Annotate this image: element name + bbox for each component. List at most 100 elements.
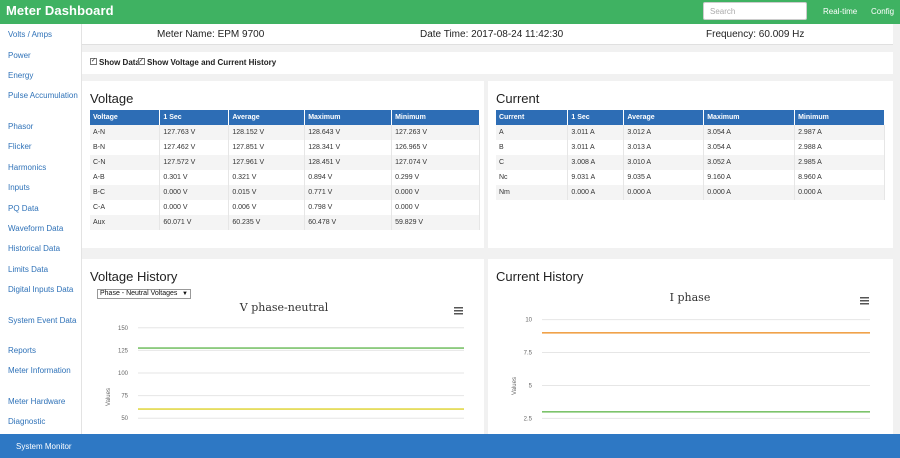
row-label: B [496,140,569,155]
date-time: Date Time: 2017-08-24 11:42:30 [420,29,564,40]
cell-value: 3.054 A [703,140,796,155]
voltage-history-chart: V phase-neutral Values 50 75 100 125 150 [106,301,464,422]
column-header: Minimum [794,110,885,125]
sidebar-item-pulse-accumulation[interactable]: Pulse Accumulation [8,91,80,100]
sidebar-item-reports[interactable]: Reports [8,346,80,355]
search-input[interactable] [703,2,807,20]
cell-value: 0.015 V [228,185,306,200]
voltage-panel: Voltage Voltage 1 Sec Average Maximum Mi… [82,81,484,248]
sidebar-item-power[interactable]: Power [8,51,80,60]
cell-value: 127.263 V [391,125,480,140]
current-title: Current [496,91,540,106]
cell-value: 9.031 A [567,170,625,185]
sidebar-item-waveform-data[interactable]: Waveform Data [8,224,80,233]
sidebar: Volts / Amps Power Energy Pulse Accumula… [0,24,82,434]
y-tick-label: 75 [121,394,128,400]
cell-value: 128.341 V [304,140,393,155]
table-row: Nm 0.000 A 0.000 A 0.000 A 0.000 A [496,185,885,200]
cell-value: 0.000 A [623,185,705,200]
cell-value: 0.798 V [304,200,393,215]
meter-info-bar: Meter Name: EPM 9700 Date Time: 2017-08-… [82,24,893,45]
y-tick-label: 10 [525,318,532,324]
table-row: B 3.011 A 3.013 A 3.054 A 2.988 A [496,140,885,155]
table-row: A-N 127.763 V 128.152 V 128.643 V 127.263 V [90,125,480,140]
cell-value: 0.006 V [228,200,306,215]
voltage-history-panel: Voltage History Phase - Neutral Voltages… [82,259,484,434]
cell-value: 9.035 A [623,170,705,185]
row-label: B-N [90,140,161,155]
cell-value: 3.011 A [567,125,625,140]
column-header: Average [623,110,705,125]
sidebar-item-pq-data[interactable]: PQ Data [8,204,80,213]
y-axis-label: Values [106,388,112,406]
current-history-panel: Current History I phase Values 2.5 5 7.5 10 [488,259,893,434]
show-data-checkbox[interactable]: ✓ [90,58,97,65]
current-history-chart: I phase Values 2.5 5 7.5 10 [512,291,870,422]
cell-value: 128.451 V [304,155,393,170]
show-history-checkbox[interactable]: ✓ [138,58,145,65]
table-header-row: Current 1 Sec Average Maximum Minimum [496,110,885,125]
cell-value: 3.013 A [623,140,705,155]
meter-name: Meter Name: EPM 9700 [157,29,265,40]
cell-value: 3.054 A [703,125,796,140]
sidebar-item-historical-data[interactable]: Historical Data [8,244,80,253]
table-row: C 3.008 A 3.010 A 3.052 A 2.985 A [496,155,885,170]
footer-text[interactable]: System Monitor [16,442,72,451]
sidebar-item-diagnostic[interactable]: Diagnostic [8,417,80,426]
top-navbar: Meter Dashboard Real-time Config [0,0,900,24]
cell-value: 60.478 V [304,215,393,230]
column-header: 1 Sec [159,110,230,125]
nav-config[interactable]: Config [871,7,894,16]
table-row: B-C 0.000 V 0.015 V 0.771 V 0.000 V [90,185,480,200]
cell-value: 128.643 V [304,125,393,140]
sidebar-item-meter-hardware[interactable]: Meter Hardware [8,397,80,406]
table-row: C-A 0.000 V 0.006 V 0.798 V 0.000 V [90,200,480,215]
cell-value: 126.965 V [391,140,480,155]
cell-value: 127.763 V [159,125,230,140]
table-header-row: Voltage 1 Sec Average Maximum Minimum [90,110,480,125]
chart-menu-icon[interactable] [454,307,463,315]
row-label: Aux [90,215,161,230]
cell-value: 3.008 A [567,155,625,170]
sidebar-item-phasor[interactable]: Phasor [8,122,80,131]
y-tick-label: 150 [118,326,129,332]
nav-real-time[interactable]: Real-time [823,7,857,16]
row-label: Nc [496,170,569,185]
chart-menu-icon[interactable] [860,297,869,305]
chart-title: V phase-neutral [239,301,329,314]
row-label: C-N [90,155,161,170]
sidebar-item-limits-data[interactable]: Limits Data [8,265,80,274]
cell-value: 127.572 V [159,155,230,170]
column-header: Maximum [304,110,393,125]
cell-value: 0.301 V [159,170,230,185]
column-header: 1 Sec [567,110,625,125]
sidebar-item-harmonics[interactable]: Harmonics [8,163,80,172]
cell-value: 60.071 V [159,215,230,230]
sidebar-item-system-event-data[interactable]: System Event Data [8,316,80,325]
sidebar-item-flicker[interactable]: Flicker [8,142,80,151]
cell-value: 0.000 V [391,200,480,215]
cell-value: 0.000 V [391,185,480,200]
show-data-label: Show Data [99,58,140,67]
cell-value: 127.462 V [159,140,230,155]
y-tick-label: 2.5 [524,416,533,422]
column-header: Maximum [703,110,796,125]
y-tick-label: 7.5 [524,351,533,357]
sidebar-item-volts-amps[interactable]: Volts / Amps [8,30,80,39]
table-row: B-N 127.462 V 127.851 V 128.341 V 126.965 V [90,140,480,155]
sidebar-item-inputs[interactable]: Inputs [8,183,80,192]
cell-value: 128.152 V [228,125,306,140]
cell-value: 3.010 A [623,155,705,170]
sidebar-item-digital-inputs-data[interactable]: Digital Inputs Data [8,285,80,294]
cell-value: 3.052 A [703,155,796,170]
sidebar-item-energy[interactable]: Energy [8,71,80,80]
app-brand[interactable]: Meter Dashboard [6,3,114,18]
sidebar-item-meter-information[interactable]: Meter Information [8,366,80,375]
cell-value: 127.851 V [228,140,306,155]
y-tick-label: 50 [121,416,128,422]
voltage-table: Voltage 1 Sec Average Maximum Minimum A-… [90,110,480,230]
cell-value: 2.987 A [794,125,885,140]
current-table: Current 1 Sec Average Maximum Minimum A3… [496,110,885,200]
cell-value: 8.960 A [794,170,885,185]
cell-value: 2.985 A [794,155,885,170]
